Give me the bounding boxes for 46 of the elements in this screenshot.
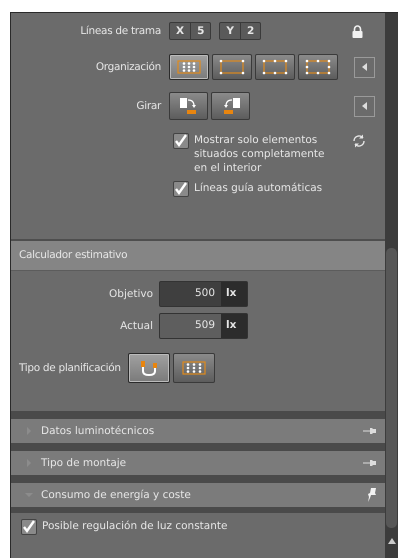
layout-option-button[interactable]: [212, 54, 252, 80]
checkbox[interactable]: [21, 519, 37, 535]
rotate-label: Girar: [135, 100, 161, 112]
organization-label: Organización: [94, 61, 161, 73]
field-label: Objetivo: [108, 288, 153, 300]
checkbox[interactable]: [173, 181, 189, 197]
scroll-up-icon[interactable]: [388, 538, 396, 544]
planning-type-button[interactable]: [172, 353, 215, 383]
grid-lines-label: Líneas de trama: [79, 25, 161, 37]
rotate-right-button[interactable]: [169, 92, 208, 120]
planning-type-button[interactable]: [128, 353, 170, 383]
scrollbar[interactable]: [385, 13, 398, 558]
y-axis-label: Y: [225, 24, 236, 39]
accordion-header[interactable]: Consumo de energía y coste: [11, 483, 385, 507]
pin-icon[interactable]: [363, 427, 377, 435]
layout-option-button[interactable]: [169, 54, 209, 80]
checkbox-label: Mostrar solo elementos situados completamente en el interior: [194, 133, 326, 175]
dot-layout-icon: [176, 59, 202, 75]
triangle-left-icon: [362, 102, 368, 110]
rotate-left-button[interactable]: [211, 92, 250, 120]
section-header: Calculador estimativo: [11, 239, 385, 271]
y-count-field[interactable]: 2: [240, 23, 260, 39]
layout-option-button[interactable]: [298, 54, 338, 80]
dot-layout-icon: [219, 59, 245, 75]
collapse-button[interactable]: [354, 96, 375, 116]
field-label: Actual: [119, 320, 153, 332]
checkbox[interactable]: [173, 133, 189, 149]
dot-grid-icon: [180, 360, 207, 376]
pin-icon[interactable]: [367, 488, 377, 502]
accordion-header[interactable]: Datos luminotécnicos: [11, 419, 385, 443]
pin-icon[interactable]: [363, 459, 377, 467]
accordion-header[interactable]: Tipo de montaje: [11, 451, 385, 475]
lock-icon[interactable]: [352, 24, 363, 38]
x-axis-label: X: [175, 24, 186, 39]
checkbox-label: Líneas guía automáticas: [194, 181, 324, 195]
refresh-icon[interactable]: [351, 133, 367, 149]
dot-layout-icon: [262, 59, 288, 75]
illuminance-field: 509 lx: [159, 313, 248, 339]
checkbox-label: Posible regulación de luz constante: [42, 519, 228, 533]
dot-layout-icon: [305, 59, 331, 75]
layout-option-button[interactable]: [255, 54, 295, 80]
collapse-button[interactable]: [354, 56, 375, 78]
x-count-field[interactable]: 5: [190, 23, 210, 39]
triangle-left-icon: [362, 63, 368, 71]
planning-type-label: Tipo de planificación: [19, 362, 121, 374]
illuminance-field[interactable]: 500 lx: [159, 281, 248, 307]
